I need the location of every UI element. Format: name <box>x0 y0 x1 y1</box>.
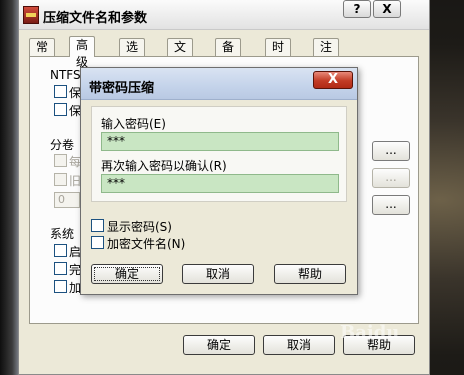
help-title-button[interactable]: ? <box>343 0 371 18</box>
winrar-icon <box>23 6 39 24</box>
tab-comment[interactable]: 注释 <box>313 38 340 71</box>
password-dialog-titlebar: 带密码压缩 X <box>81 68 357 100</box>
split-option-1-checkbox[interactable] <box>54 154 67 167</box>
show-password-label: 显示密码(S) <box>107 220 172 234</box>
outer-cancel-button[interactable]: 取消 <box>263 335 335 355</box>
help-button[interactable]: 帮助 <box>274 264 346 284</box>
side-button-3[interactable]: ... <box>372 195 410 215</box>
enter-password-label: 输入密码(E) <box>101 117 166 131</box>
split-size-field[interactable]: 0 <box>54 192 80 208</box>
side-button-2[interactable]: ... <box>372 168 410 188</box>
show-password-checkbox[interactable] <box>91 219 104 232</box>
split-group-label: 分卷 <box>50 138 75 152</box>
ntfs-option-2-checkbox[interactable] <box>54 103 67 116</box>
system-option-2-checkbox[interactable] <box>54 262 67 275</box>
split-option-2-checkbox[interactable] <box>54 173 67 186</box>
confirm-password-field[interactable]: *** <box>101 174 339 193</box>
password-dialog-title: 带密码压缩 <box>89 81 155 96</box>
outer-titlebar: 压缩文件名和参数 ? X <box>19 0 429 30</box>
side-button-1[interactable]: ... <box>372 141 410 161</box>
tab-general[interactable]: 常规 <box>29 38 56 71</box>
system-option-3-checkbox[interactable] <box>54 280 67 293</box>
cancel-button[interactable]: 取消 <box>182 264 254 284</box>
tab-backup[interactable]: 备份 <box>215 38 242 71</box>
ntfs-option-1-checkbox[interactable] <box>54 85 67 98</box>
ok-button[interactable]: 确定 <box>91 264 163 284</box>
system-option-1-checkbox[interactable] <box>54 244 67 257</box>
tab-options[interactable]: 选项 <box>119 38 146 71</box>
encrypt-filenames-label: 加密文件名(N) <box>107 237 186 251</box>
close-title-button[interactable]: X <box>373 0 401 18</box>
system-group-label: 系统 <box>50 227 75 241</box>
baidu-watermark: Baidu <box>340 322 400 343</box>
outer-window-title: 压缩文件名和参数 <box>43 11 148 26</box>
tab-advanced[interactable]: 高级 <box>69 36 96 69</box>
password-group: 输入密码(E) *** 再次输入密码以确认(R) *** <box>91 106 347 202</box>
close-icon[interactable]: X <box>313 71 353 89</box>
password-field[interactable]: *** <box>101 132 339 151</box>
reenter-password-label: 再次输入密码以确认(R) <box>101 159 227 173</box>
outer-ok-button[interactable]: 确定 <box>183 335 255 355</box>
tab-time[interactable]: 时间 <box>265 38 292 71</box>
tab-files[interactable]: 文件 <box>167 38 194 71</box>
password-dialog: 带密码压缩 X 输入密码(E) *** 再次输入密码以确认(R) *** 显示密… <box>80 67 358 295</box>
encrypt-filenames-checkbox[interactable] <box>91 236 104 249</box>
